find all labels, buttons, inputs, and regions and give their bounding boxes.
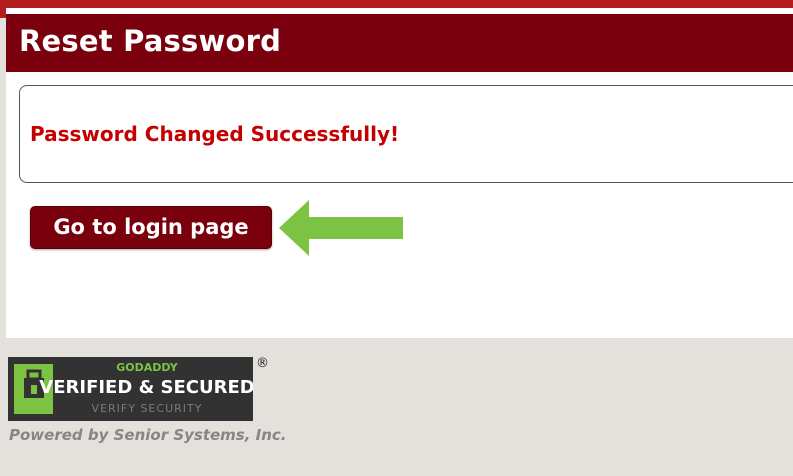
godaddy-security-badge[interactable]: GODADDY VERIFIED & SECURED VERIFY SECURI… xyxy=(8,357,253,421)
success-message: Password Changed Successfully! xyxy=(30,122,400,146)
go-to-login-button[interactable]: Go to login page xyxy=(30,206,272,249)
badge-brand: GODADDY xyxy=(116,361,178,374)
badge-verify-link[interactable]: VERIFY SECURITY xyxy=(92,402,203,415)
page: Reset Password Password Changed Successf… xyxy=(0,0,793,476)
left-arrow-icon xyxy=(279,200,403,256)
badge-status: VERIFIED & SECURED xyxy=(39,377,253,398)
registered-mark: ® xyxy=(256,356,269,371)
page-title: Reset Password xyxy=(19,24,282,58)
powered-by-footer: Powered by Senior Systems, Inc. xyxy=(9,426,287,444)
